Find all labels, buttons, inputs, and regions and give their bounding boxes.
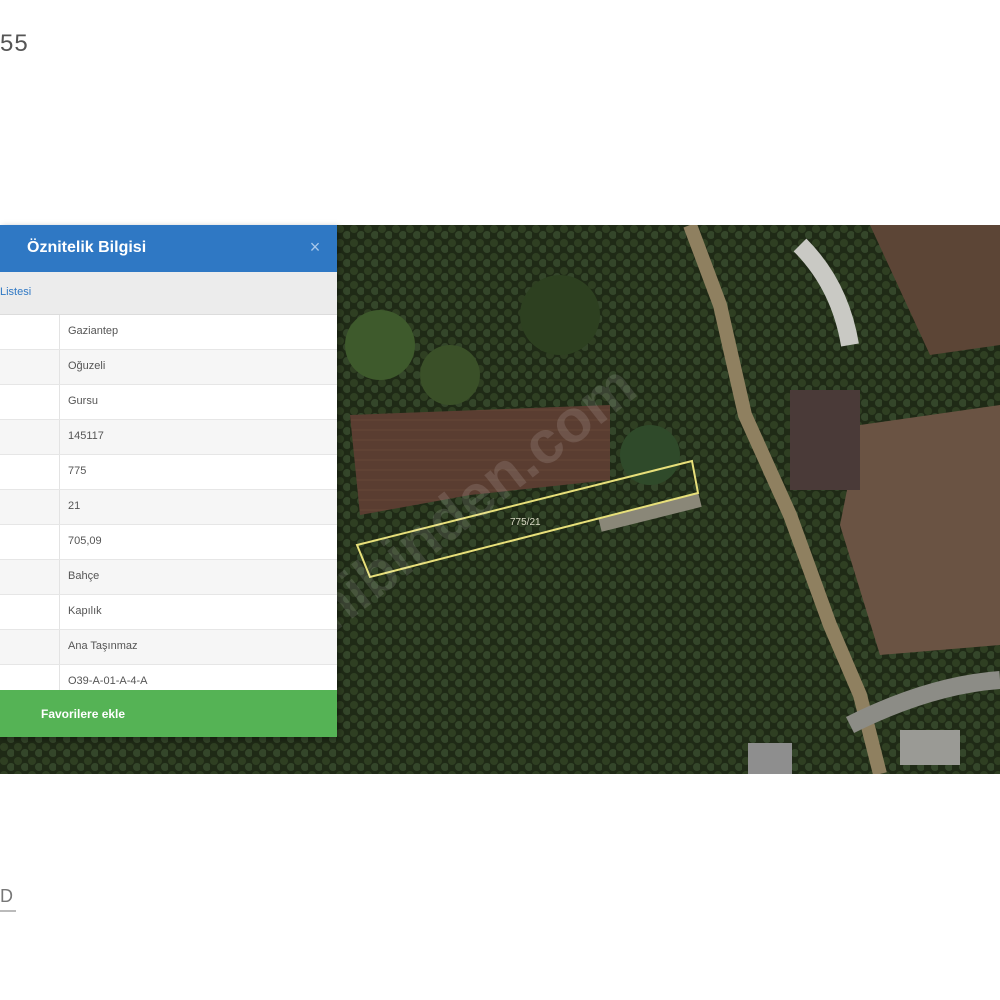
row-value-type: Ana Taşınmaz bbox=[68, 640, 138, 652]
row-value-location: Kapılık bbox=[68, 605, 102, 617]
table-row: 145117 bbox=[0, 420, 337, 455]
table-row: Oğuzeli bbox=[0, 350, 337, 385]
panel-title: Öznitelik Bilgisi bbox=[27, 239, 147, 256]
corner-number: 55 bbox=[0, 30, 29, 57]
row-value-parcel: 21 bbox=[68, 500, 81, 512]
add-to-favorites-button[interactable]: Favorilere ekle bbox=[0, 690, 337, 737]
table-row: Gursu bbox=[0, 385, 337, 420]
table-row: Gaziantep bbox=[0, 315, 337, 350]
table-row: 705,09 bbox=[0, 525, 337, 560]
table-row: Ana Taşınmaz bbox=[0, 630, 337, 665]
attribute-table: Gaziantep Oğuzeli Gursu 145117 775 21 70… bbox=[0, 315, 337, 700]
logo-icon: D bbox=[0, 886, 18, 916]
row-value-sheet: O39-A-01-A-4-A bbox=[68, 675, 148, 687]
add-to-favorites-label: Favorilere ekle bbox=[41, 707, 126, 721]
row-value-district: Oğuzeli bbox=[68, 360, 106, 372]
table-row: 21 bbox=[0, 490, 337, 525]
table-row: Kapılık bbox=[0, 595, 337, 630]
close-icon[interactable]: × bbox=[306, 237, 324, 257]
attribute-info-panel: Öznitelik Bilgisi × Listesi Gaziantep Oğ… bbox=[0, 225, 337, 737]
row-value-neighborhood: Gursu bbox=[68, 395, 98, 407]
table-row: 775 bbox=[0, 455, 337, 490]
row-value-province: Gaziantep bbox=[68, 325, 119, 337]
row-value-quality: Bahçe bbox=[68, 570, 100, 582]
tab-list[interactable]: Listesi bbox=[0, 286, 31, 298]
panel-tabbar: Listesi bbox=[0, 272, 337, 315]
row-value-id: 145117 bbox=[68, 430, 104, 442]
table-row: Bahçe bbox=[0, 560, 337, 595]
row-value-block: 775 bbox=[68, 465, 87, 477]
parcel-label: 775/21 bbox=[510, 517, 541, 528]
row-value-area: 705,09 bbox=[68, 535, 102, 547]
panel-header: Öznitelik Bilgisi × bbox=[0, 225, 337, 272]
